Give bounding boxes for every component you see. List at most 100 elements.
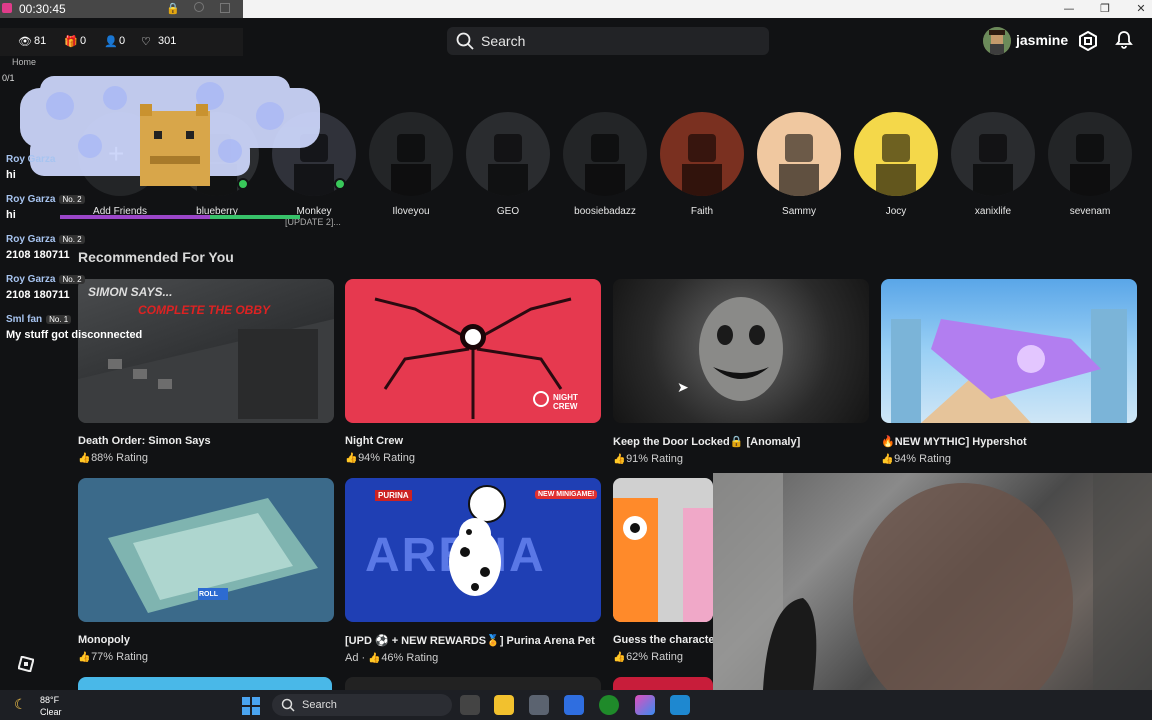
game-thumbnail[interactable]: NIGHT CREW — [345, 279, 601, 423]
minimize-button[interactable]: — — [1062, 2, 1076, 16]
outlook-icon[interactable] — [670, 695, 690, 715]
sidebar-item-home[interactable]: Home — [12, 57, 36, 67]
avatar[interactable] — [854, 112, 938, 196]
game-card-partial[interactable] — [613, 677, 713, 690]
online-status-icon — [334, 178, 346, 190]
app-icon[interactable] — [564, 695, 584, 715]
username[interactable]: jasmine — [1016, 32, 1068, 48]
game-thumbnail[interactable] — [881, 279, 1137, 423]
progress-counter: 0/1 — [2, 73, 15, 83]
chat-message: 2108 180711 — [6, 289, 70, 301]
game-thumbnail[interactable] — [613, 478, 713, 622]
pixel-art-overlay — [20, 76, 320, 186]
avatar-body — [391, 164, 431, 196]
robux-icon[interactable] — [1078, 31, 1098, 51]
friend-name[interactable]: GEO — [466, 206, 550, 217]
avatar[interactable] — [983, 27, 1011, 55]
avatar[interactable] — [563, 112, 647, 196]
game-card-partial[interactable] — [345, 677, 601, 690]
friend-tile[interactable]: xanixlife — [951, 112, 1035, 217]
xbox-icon[interactable] — [599, 695, 619, 715]
friend-name[interactable]: Sammy — [757, 206, 841, 217]
avatar-body — [682, 164, 722, 196]
avatar[interactable] — [951, 112, 1035, 196]
taskbar-search[interactable]: Search — [272, 694, 452, 716]
friend-tile[interactable]: Sammy — [757, 112, 841, 217]
search-placeholder: Search — [481, 33, 526, 49]
avatar-head — [979, 134, 1007, 162]
game-title[interactable]: Guess the characte — [613, 634, 713, 646]
windows-taskbar: ☾ 88°F Clear Search — [0, 690, 1152, 720]
game-title[interactable]: Monopoly — [78, 634, 334, 646]
friend-name[interactable]: xanixlife — [951, 206, 1035, 217]
game-thumbnail[interactable]: ➤ — [613, 279, 869, 423]
file-explorer-icon[interactable] — [494, 695, 514, 715]
friend-tile[interactable]: Faith — [660, 112, 744, 217]
webcam-overlay — [713, 473, 1152, 690]
ad-label: Ad — [345, 652, 359, 664]
game-title[interactable]: 🔥NEW MYTHIC] Hypershot — [881, 435, 1137, 448]
friend-name[interactable]: Jocy — [854, 206, 938, 217]
thumbs-up-icon: 👍 — [78, 652, 91, 663]
avatar[interactable] — [466, 112, 550, 196]
chat-author: Roy Garza No. 2 — [6, 194, 85, 205]
game-title[interactable]: Death Order: Simon Says — [78, 435, 334, 447]
stream-timer: 00:30:45 — [19, 2, 66, 16]
gift-icon: 🎁 — [64, 36, 78, 48]
avatar-head — [494, 134, 522, 162]
maximize-button[interactable]: ❐ — [1098, 2, 1112, 16]
friend-tile[interactable]: boosiebadazz — [563, 112, 647, 217]
friend-tile[interactable]: sevenam — [1048, 112, 1132, 217]
cursor-icon: ➤ — [677, 379, 689, 395]
avatar[interactable] — [369, 112, 453, 196]
friend-tile[interactable]: GEO — [466, 112, 550, 217]
copilot-icon[interactable] — [635, 695, 655, 715]
stream-stats: 👁 81 🎁 0 👤 0 ♡ 301 — [0, 28, 243, 56]
game-title[interactable]: Keep the Door Locked🔒 [Anomaly] — [613, 435, 869, 448]
game-thumbnail[interactable]: SIMON SAYS... COMPLETE THE OBBY — [78, 279, 334, 423]
friend-name[interactable]: boosiebadazz — [563, 206, 647, 217]
avatar-body — [585, 164, 625, 196]
friend-tile[interactable]: Iloveyou — [369, 112, 453, 217]
close-button[interactable]: ✕ — [1134, 2, 1148, 16]
avatar[interactable] — [757, 112, 841, 196]
avatar-body — [973, 164, 1013, 196]
game-thumbnail[interactable]: ROLL — [78, 478, 334, 622]
recording-icon — [2, 3, 12, 13]
chat-author: Roy Garza No. 2 — [6, 274, 85, 285]
gift-count: 0 — [80, 35, 87, 47]
game-card[interactable]: Guess the characte 👍 62% Rating — [613, 478, 713, 663]
roblox-logo-icon[interactable] — [18, 656, 34, 672]
game-card[interactable]: NIGHT CREW Night Crew 👍 94% Rating — [345, 279, 601, 464]
search-input[interactable]: Search — [447, 27, 769, 55]
user-icon: 👤 — [104, 36, 118, 48]
rank-badge: No. 2 — [59, 235, 85, 244]
viewer-count: 81 — [34, 35, 47, 47]
windows-start-icon[interactable] — [242, 697, 260, 715]
chat-message: hi — [6, 169, 16, 181]
friend-name[interactable]: sevenam — [1048, 206, 1132, 217]
game-title[interactable]: [UPD ⚽ + NEW REWARDS🏅] Purina Arena Pet — [345, 634, 601, 647]
lock-icon: 🔒 — [166, 3, 180, 15]
game-thumbnail[interactable]: ARENA PURINA NEW MINIGAME! — [345, 478, 601, 622]
game-card[interactable]: ROLL Monopoly 👍 77% Rating — [78, 478, 334, 663]
task-view-icon[interactable] — [460, 695, 480, 715]
friend-name[interactable]: Iloveyou — [369, 206, 453, 217]
progress-bar-purple — [60, 215, 210, 219]
game-card[interactable]: ARENA PURINA NEW MINIGAME! [UPD ⚽ + NEW … — [345, 478, 601, 664]
avatar[interactable] — [1048, 112, 1132, 196]
game-card[interactable]: SIMON SAYS... COMPLETE THE OBBY Death Or… — [78, 279, 334, 464]
friend-name[interactable]: Faith — [660, 206, 744, 217]
app-icon[interactable] — [529, 695, 549, 715]
game-rating: Ad · 👍 46% Rating — [345, 652, 439, 664]
game-card[interactable]: 🔥NEW MYTHIC] Hypershot 👍 94% Rating — [881, 279, 1137, 465]
window-icon — [220, 3, 230, 13]
friend-tile[interactable]: Jocy — [854, 112, 938, 217]
game-title[interactable]: Night Crew — [345, 435, 601, 447]
avatar[interactable] — [660, 112, 744, 196]
game-card-partial[interactable] — [78, 677, 332, 690]
game-card[interactable]: ➤ Keep the Door Locked🔒 [Anomaly] 👍 91% … — [613, 279, 869, 465]
bell-icon[interactable] — [1114, 30, 1134, 50]
rank-badge: No. 2 — [59, 195, 85, 204]
weather-widget[interactable]: 88°F Clear — [40, 694, 62, 718]
